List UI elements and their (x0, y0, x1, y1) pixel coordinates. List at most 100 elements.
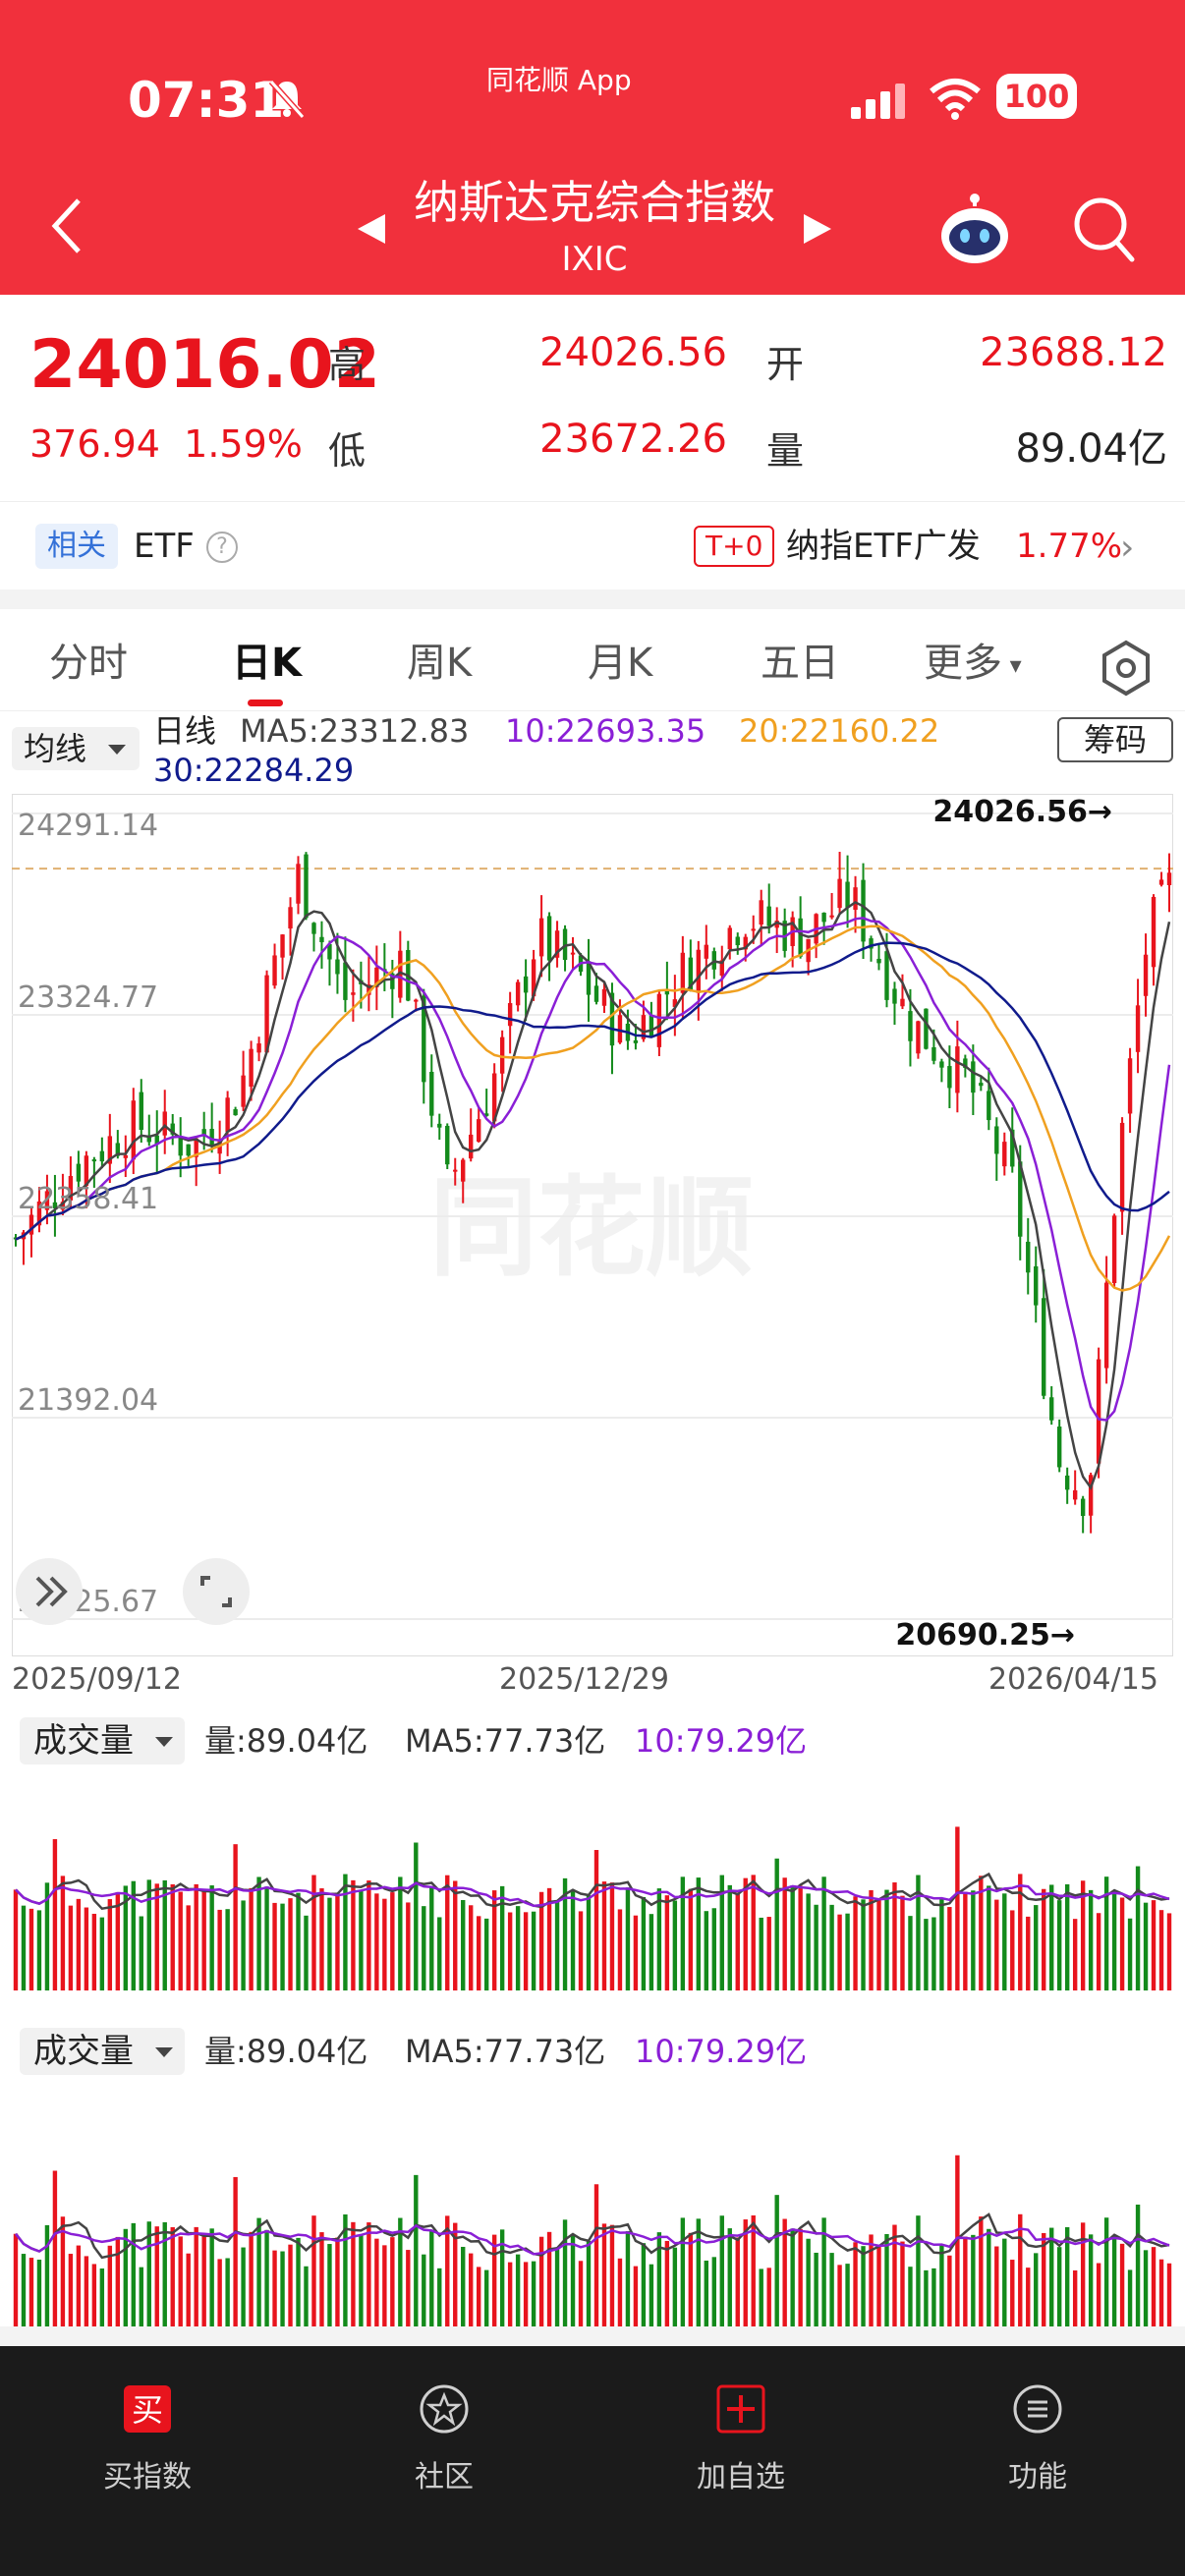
volume-bar (523, 1912, 529, 1990)
svg-text:买: 买 (132, 2391, 163, 2429)
nav-functions[interactable]: 功能 (949, 2366, 1126, 2495)
tab-intraday[interactable]: 分时 (49, 631, 128, 688)
volume-panel-2: 成交量 量:89.04亿 MA5:77.73亿 10:79.29亿 (12, 2016, 1173, 2360)
battery-indicator: 100 (996, 74, 1077, 119)
signal-icon (851, 84, 905, 119)
open-value: 23688.12 (980, 330, 1167, 375)
help-icon[interactable]: ? (206, 532, 238, 563)
volume-bar (422, 1906, 426, 1990)
volume-bar (186, 1905, 191, 1990)
volume-bar (617, 1909, 623, 1990)
volume-bar (735, 1892, 740, 1990)
candle-body (1080, 1498, 1086, 1516)
related-etf-bar[interactable]: 相关 ETF ? T+0 纳指ETF广发 1.77% › (0, 501, 1185, 589)
low-marker-label: 20690.25→ (895, 1618, 1075, 1652)
volume-label: 量 (766, 429, 805, 473)
candle-body (900, 998, 905, 1007)
tab-more[interactable]: 更多 ▾ (924, 631, 1022, 688)
candle-body (617, 1015, 623, 1043)
ma20-value: 20:22160.22 (739, 712, 940, 750)
back-arrow-icon[interactable] (47, 195, 86, 257)
volume-bar (414, 1842, 419, 1990)
low-value: 23672.26 (539, 417, 727, 462)
ma10-value: 10:22693.35 (505, 712, 706, 750)
volume-bar (939, 1898, 944, 1990)
volume-bar (272, 1902, 277, 1990)
volume-selector-1[interactable]: 成交量 (20, 1717, 185, 1764)
candle-body (241, 1075, 246, 1107)
volume-bar (664, 1895, 670, 1990)
candle-body (139, 1092, 143, 1130)
prev-index-arrow-icon[interactable] (356, 212, 389, 246)
volume-bar (845, 1913, 850, 1990)
volume-selector-2[interactable]: 成交量 (20, 2028, 185, 2075)
candlestick-chart[interactable]: 同花顺 24291.1423324.7722358.4121392.042042… (12, 794, 1173, 1656)
nav-community[interactable]: 社区 (356, 2366, 533, 2495)
tab-weekly-k[interactable]: 周K (407, 631, 472, 688)
tab-monthly-k[interactable]: 月K (588, 631, 652, 688)
x-axis-dates: 2025/09/12 2025/12/29 2026/04/15 (0, 1656, 1185, 1706)
page-title: 纳斯达克综合指数 (414, 176, 775, 229)
ma-selector[interactable]: 均线 (12, 727, 140, 770)
volume-ma5: MA5:77.73亿 (405, 1722, 606, 1760)
related-badge: 相关 (35, 524, 118, 569)
tab-five-day[interactable]: 五日 (761, 631, 839, 688)
change-amount: 376.94 (29, 422, 160, 466)
nav-add-watchlist[interactable]: 加自选 (652, 2366, 829, 2495)
search-icon[interactable] (1069, 193, 1138, 265)
open-label: 开 (766, 343, 805, 386)
candle-body (1049, 1397, 1054, 1421)
candle-body (680, 952, 686, 993)
candle-body (1135, 1005, 1141, 1052)
period-tabs: 分时 日K 周K 月K 五日 更多 ▾ (0, 609, 1185, 711)
volume-bar (987, 1885, 991, 1990)
volume-bar (633, 1915, 639, 1990)
x-tick-end: 2026/04/15 (988, 1662, 1158, 1697)
bottom-navigation: 买 买指数 社区 加自选 功能 (0, 2346, 1185, 2576)
candle-body (351, 992, 356, 995)
header-bar: 07:31 同花顺 App 100 纳斯达克综合指数 IXIC (0, 0, 1185, 295)
candle-body (538, 918, 544, 957)
volume-bar (924, 1919, 929, 1990)
volume-bar (601, 1881, 607, 1990)
volume-value: 量:89.04亿 (204, 1722, 368, 1760)
volume-bar (170, 1883, 175, 1990)
wifi-icon (930, 79, 981, 120)
nav-buy-index[interactable]: 买 买指数 (59, 2366, 236, 2495)
chip-distribution-button[interactable]: 筹码 (1057, 717, 1173, 762)
volume-bar (390, 1892, 395, 1990)
nav-label: 买指数 (103, 2460, 192, 2494)
volume-bar (13, 1889, 19, 1990)
etf-name[interactable]: 纳指ETF广发 (786, 524, 981, 569)
candle-body (178, 1137, 183, 1156)
volume-bar (225, 1909, 230, 1990)
volume-bar (743, 1877, 748, 1990)
robot-assistant-icon[interactable] (935, 193, 1014, 267)
next-index-arrow-icon[interactable] (800, 212, 833, 246)
volume-bar (649, 1914, 654, 1990)
volume-bar (91, 1913, 97, 1990)
volume-bar (445, 1875, 450, 1990)
candle-body (884, 951, 889, 1000)
volume-bar (296, 1892, 301, 1990)
volume-bars-1 (13, 1826, 1172, 1990)
volume-bar (28, 1908, 34, 1990)
volume-bar (586, 1895, 592, 1990)
community-star-icon (420, 2384, 469, 2434)
candle-body (523, 976, 529, 993)
volume-bar (335, 1892, 340, 1990)
settings-hexagon-icon[interactable] (1097, 639, 1156, 698)
volume-selector-label: 成交量 (33, 1721, 134, 1761)
volume-bar (876, 1898, 881, 1990)
expand-panel-button[interactable] (16, 1558, 83, 1625)
volume-bar (1010, 1910, 1015, 1990)
candle-body (335, 959, 340, 975)
tab-daily-k[interactable]: 日K (232, 631, 302, 688)
candle-body (461, 1159, 466, 1182)
volume-bar (194, 1883, 198, 1990)
volume-bar (36, 1910, 42, 1990)
fullscreen-icon[interactable] (183, 1558, 250, 1625)
candle-body (633, 1039, 639, 1043)
candle-body (696, 949, 702, 993)
chevron-right-icon[interactable]: › (1120, 528, 1134, 568)
